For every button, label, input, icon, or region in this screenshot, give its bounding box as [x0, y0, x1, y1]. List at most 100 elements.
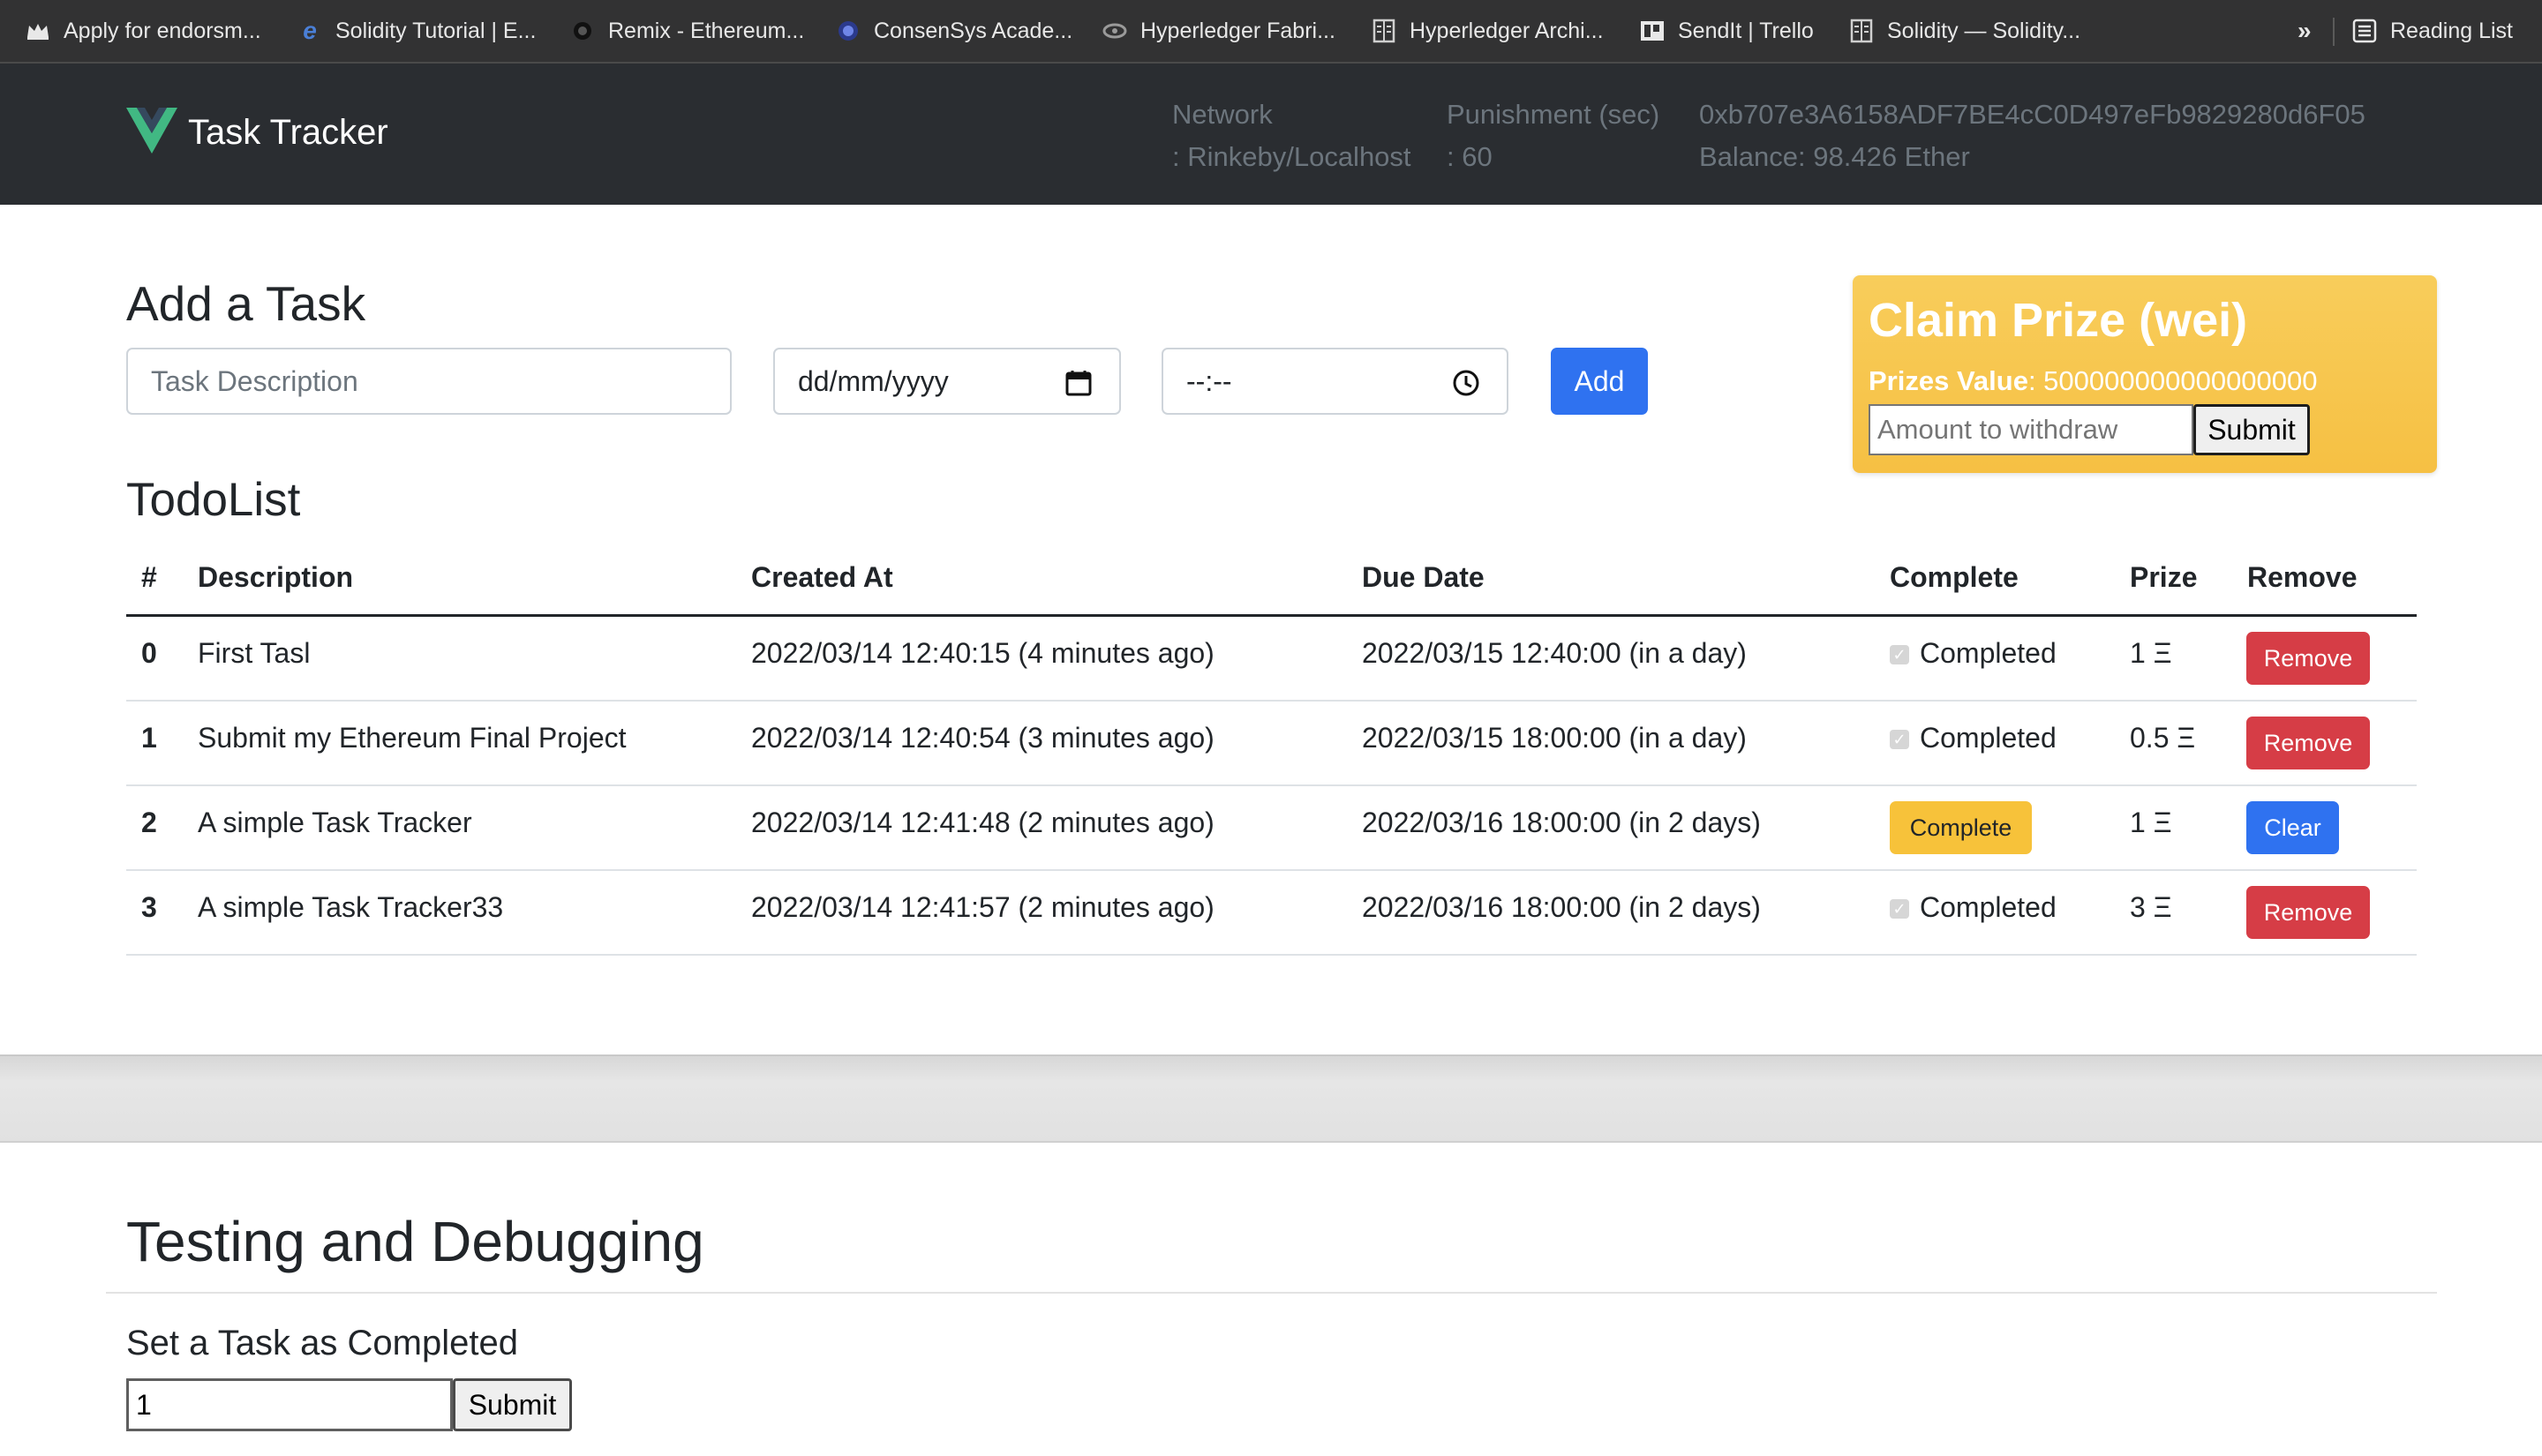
claim-prize-title: Claim Prize (wei)	[1869, 294, 2248, 347]
task-id: 3	[141, 891, 157, 923]
punishment-value: : 60	[1447, 141, 1493, 172]
task-description: A simple Task Tracker33	[198, 891, 504, 923]
bookmark-6[interactable]: SendIt | Trello	[1639, 0, 1814, 62]
task-number-input[interactable]: 1	[126, 1378, 453, 1431]
task-id: 0	[141, 637, 157, 669]
network-value: : Rinkeby/Localhost	[1172, 141, 1411, 172]
page-icon	[1848, 18, 1875, 44]
task-description: Submit my Ethereum Final Project	[198, 722, 627, 754]
checkbox-checked-icon: ✓	[1890, 730, 1909, 749]
prizes-value: : 500000000000000000	[2027, 365, 2318, 396]
set-completed-submit-button[interactable]: Submit	[453, 1378, 572, 1431]
bookmark-label: Hyperledger Archi...	[1410, 18, 1604, 43]
section-separator-band	[0, 1054, 2542, 1143]
row-divider	[126, 784, 2417, 786]
bookmark-3[interactable]: ConsenSys Acade...	[835, 0, 1072, 62]
reading-list-icon	[2351, 18, 2378, 44]
claim-prize-card: Claim Prize (wei) Prizes Value: 50000000…	[1853, 275, 2437, 473]
bookmarks-bar: Apply for endorsm... e Solidity Tutorial…	[0, 0, 2542, 64]
brand[interactable]: Task Tracker	[126, 108, 388, 158]
add-task-button[interactable]: Add	[1551, 348, 1648, 415]
punishment-label: Punishment (sec)	[1447, 99, 1660, 130]
completed-label: Completed	[1920, 722, 2057, 754]
clear-task-button[interactable]: Clear	[2246, 801, 2339, 854]
task-prize: 1 Ξ	[2130, 807, 2172, 838]
punishment-info: Punishment (sec) : 60	[1447, 94, 1659, 178]
due-time-input[interactable]: --:--	[1162, 348, 1508, 415]
navbar: Task Tracker Network : Rinkeby/Localhost…	[0, 64, 2542, 205]
task-due-date: 2022/03/16 18:00:00 (in 2 days)	[1362, 807, 1761, 838]
due-date-input[interactable]: dd/mm/yyyy	[773, 348, 1121, 415]
task-description: First Tasl	[198, 637, 311, 669]
checkbox-checked-icon: ✓	[1890, 645, 1909, 664]
hyperledger-icon	[1102, 18, 1128, 44]
task-due-date: 2022/03/16 18:00:00 (in 2 days)	[1362, 891, 1761, 923]
brand-title: Task Tracker	[188, 113, 388, 152]
completed-label: Completed	[1920, 637, 2057, 669]
set-completed-heading: Set a Task as Completed	[126, 1324, 518, 1362]
checkbox-checked-icon: ✓	[1890, 899, 1909, 919]
account-address: 0xb707e3A6158ADF7BE4cC0D497eFb9829280d6F…	[1699, 99, 2365, 130]
task-completed-status: ✓ Completed	[1890, 722, 2057, 754]
bookmark-4[interactable]: Hyperledger Fabri...	[1102, 0, 1335, 62]
task-prize: 0.5 Ξ	[2130, 722, 2196, 754]
task-prize: 3 Ξ	[2130, 891, 2172, 923]
crown-icon	[25, 18, 51, 44]
column-header-created-at: Created At	[751, 561, 893, 593]
bookmark-1[interactable]: e Solidity Tutorial | E...	[297, 0, 536, 62]
bookmark-5[interactable]: Hyperledger Archi...	[1371, 0, 1604, 62]
task-prize: 1 Ξ	[2130, 637, 2172, 669]
calendar-icon[interactable]	[1064, 369, 1093, 404]
task-id: 1	[141, 722, 157, 754]
bookmark-label: ConsenSys Acade...	[874, 18, 1073, 43]
table-header-divider	[126, 614, 2417, 617]
reading-list-button[interactable]: Reading List	[2351, 0, 2513, 62]
vue-logo-icon	[126, 108, 177, 158]
remove-task-button[interactable]: Remove	[2246, 717, 2370, 769]
page-icon	[1371, 18, 1397, 44]
claim-submit-button[interactable]: Submit	[2193, 404, 2310, 455]
task-created-at: 2022/03/14 12:41:57 (2 minutes ago)	[751, 891, 1215, 923]
bookmark-7[interactable]: Solidity — Solidity...	[1848, 0, 2080, 62]
add-task-heading: Add a Task	[126, 276, 366, 331]
row-divider	[126, 954, 2417, 956]
bookmark-0[interactable]: Apply for endorsm...	[25, 0, 261, 62]
task-description: A simple Task Tracker	[198, 807, 472, 838]
bookmark-label: Solidity Tutorial | E...	[335, 18, 537, 43]
more-bookmarks-button[interactable]: »	[2298, 0, 2312, 62]
column-header-due-date: Due Date	[1362, 561, 1485, 593]
prizes-label: Prizes Value	[1869, 365, 2028, 396]
prizes-value-text: Prizes Value: 500000000000000000	[1869, 365, 2318, 397]
bookmark-label: Solidity — Solidity...	[1887, 18, 2081, 43]
column-header-id: #	[141, 561, 157, 593]
chevron-double-right-icon: »	[2298, 17, 2312, 44]
task-id: 2	[141, 807, 157, 838]
debug-divider	[106, 1292, 2437, 1294]
column-header-remove: Remove	[2247, 561, 2358, 593]
task-due-date: 2022/03/15 12:40:00 (in a day)	[1362, 637, 1747, 669]
withdraw-amount-input[interactable]: Amount to withdraw	[1869, 404, 2193, 455]
remove-task-button[interactable]: Remove	[2246, 632, 2370, 685]
column-header-complete: Complete	[1890, 561, 2019, 593]
complete-task-button[interactable]: Complete	[1890, 801, 2032, 854]
bookmark-label: Apply for endorsm...	[64, 18, 261, 43]
row-divider	[126, 869, 2417, 871]
todolist-heading: TodoList	[126, 474, 301, 526]
remix-icon	[569, 18, 596, 44]
time-placeholder: --:--	[1186, 364, 1232, 397]
task-description-input[interactable]: Task Description	[126, 348, 732, 415]
task-number-value: 1	[136, 1388, 152, 1421]
trello-icon	[1639, 18, 1666, 44]
clock-icon[interactable]	[1452, 369, 1480, 404]
task-description-placeholder: Task Description	[151, 364, 358, 397]
withdraw-amount-placeholder: Amount to withdraw	[1877, 414, 2118, 445]
task-completed-status: ✓ Completed	[1890, 637, 2057, 670]
divider	[2333, 18, 2335, 46]
remove-task-button[interactable]: Remove	[2246, 886, 2370, 939]
bookmark-2[interactable]: Remix - Ethereum...	[569, 0, 804, 62]
completed-label: Completed	[1920, 891, 2057, 923]
date-placeholder: dd/mm/yyyy	[798, 364, 949, 397]
consensys-icon	[835, 18, 861, 44]
row-divider	[126, 700, 2417, 702]
e-logo-icon: e	[303, 17, 317, 44]
